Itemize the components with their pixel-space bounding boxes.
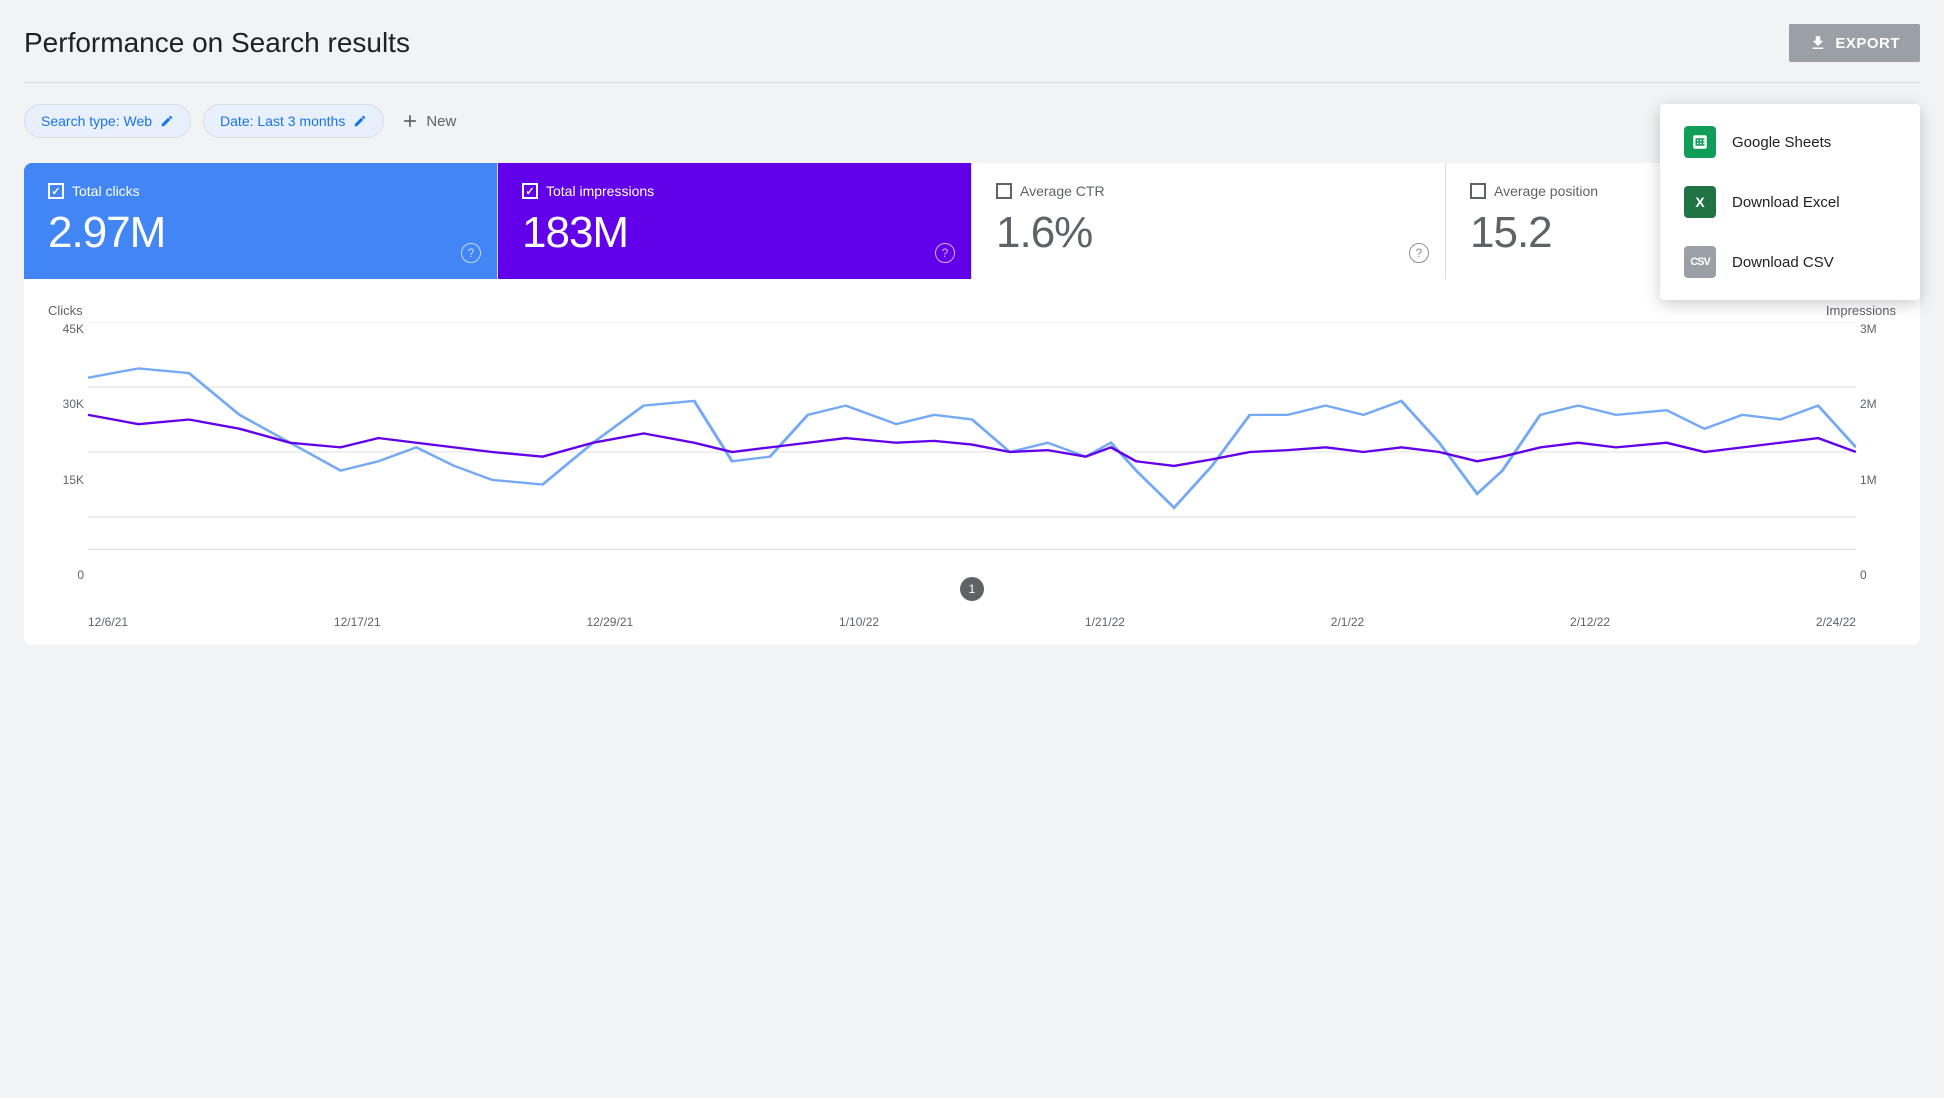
impressions-label: Total impressions [546, 183, 654, 199]
header-divider [24, 82, 1920, 83]
y-left-1: 30K [48, 397, 84, 411]
edit-date-icon [353, 114, 367, 128]
ctr-value: 1.6% [996, 211, 1421, 255]
impressions-line [88, 415, 1856, 466]
plus-icon [400, 111, 420, 131]
impressions-checkbox[interactable] [522, 183, 538, 199]
chart-svg [88, 322, 1856, 582]
ctr-label: Average CTR [1020, 183, 1105, 199]
date-filter[interactable]: Date: Last 3 months [203, 104, 384, 138]
x-label-2: 12/29/21 [586, 615, 633, 629]
clicks-value: 2.97M [48, 211, 473, 255]
position-checkbox[interactable] [1470, 183, 1486, 199]
x-label-6: 2/12/22 [1570, 615, 1610, 629]
excel-icon: X [1684, 186, 1716, 218]
y-left-0: 45K [48, 322, 84, 336]
chart-svg-area: 1 [88, 322, 1856, 587]
metric-header-ctr: Average CTR [996, 183, 1421, 199]
date-label: Date: Last 3 months [220, 113, 345, 129]
ctr-checkbox[interactable] [996, 183, 1012, 199]
chart-right-label: Impressions [1826, 303, 1896, 318]
metric-header-clicks: Total clicks [48, 183, 473, 199]
y-right-0: 3M [1860, 322, 1896, 336]
y-left-2: 15K [48, 473, 84, 487]
sheets-icon [1684, 126, 1716, 158]
search-type-label: Search type: Web [41, 113, 152, 129]
y-axis-right: 3M 2M 1M 0 [1856, 322, 1896, 582]
new-button[interactable]: New [396, 103, 460, 139]
page-container: Performance on Search results EXPORT Goo… [24, 24, 1920, 645]
new-button-label: New [426, 113, 456, 130]
edit-icon [160, 114, 174, 128]
metric-total-impressions: Total impressions 183M ? [498, 163, 972, 279]
y-right-1: 2M [1860, 397, 1896, 411]
metric-avg-ctr: Average CTR 1.6% ? [972, 163, 1446, 279]
download-excel-item[interactable]: X Download Excel [1660, 172, 1920, 232]
download-csv-label: Download CSV [1732, 254, 1834, 271]
csv-icon: CSV [1684, 246, 1716, 278]
chart-marker-wrapper: 1 [960, 577, 984, 601]
filters-row: Search type: Web Date: Last 3 months New [24, 103, 1920, 139]
header-row: Performance on Search results EXPORT Goo… [24, 24, 1920, 74]
export-label: EXPORT [1835, 35, 1900, 52]
y-axis-left: 45K 30K 15K 0 [48, 322, 88, 582]
clicks-label: Total clicks [72, 183, 140, 199]
search-type-filter[interactable]: Search type: Web [24, 104, 191, 138]
download-csv-item[interactable]: CSV Download CSV [1660, 232, 1920, 292]
position-label: Average position [1494, 183, 1598, 199]
download-icon [1809, 34, 1827, 52]
top-right-container: EXPORT Google Sheets X Download Excel [1789, 24, 1920, 62]
impressions-help-icon[interactable]: ? [935, 243, 955, 263]
clicks-line [88, 368, 1856, 507]
export-dropdown: Google Sheets X Download Excel CSV Downl… [1660, 104, 1920, 300]
google-sheets-item[interactable]: Google Sheets [1660, 112, 1920, 172]
export-button[interactable]: EXPORT [1789, 24, 1920, 62]
x-label-4: 1/21/22 [1085, 615, 1125, 629]
download-excel-label: Download Excel [1732, 194, 1840, 211]
chart-marker-bubble: 1 [960, 577, 984, 601]
metrics-row: Total clicks 2.97M ? Total impressions 1… [24, 163, 1920, 279]
x-label-0: 12/6/21 [88, 615, 128, 629]
y-right-3: 0 [1860, 568, 1896, 582]
metric-header-impressions: Total impressions [522, 183, 947, 199]
y-right-2: 1M [1860, 473, 1896, 487]
y-left-3: 0 [48, 568, 84, 582]
chart-left-label: Clicks [48, 303, 83, 318]
page-title: Performance on Search results [24, 27, 410, 59]
impressions-value: 183M [522, 211, 947, 255]
clicks-help-icon[interactable]: ? [461, 243, 481, 263]
metric-total-clicks: Total clicks 2.97M ? [24, 163, 498, 279]
ctr-help-icon[interactable]: ? [1409, 243, 1429, 263]
google-sheets-label: Google Sheets [1732, 134, 1831, 151]
chart-container: Clicks Impressions 45K 30K 15K 0 [24, 279, 1920, 645]
x-label-1: 12/17/21 [334, 615, 381, 629]
x-label-7: 2/24/22 [1816, 615, 1856, 629]
clicks-checkbox[interactable] [48, 183, 64, 199]
x-axis-labels: 12/6/21 12/17/21 12/29/21 1/10/22 1/21/2… [48, 607, 1896, 629]
x-label-3: 1/10/22 [839, 615, 879, 629]
x-label-5: 2/1/22 [1331, 615, 1364, 629]
